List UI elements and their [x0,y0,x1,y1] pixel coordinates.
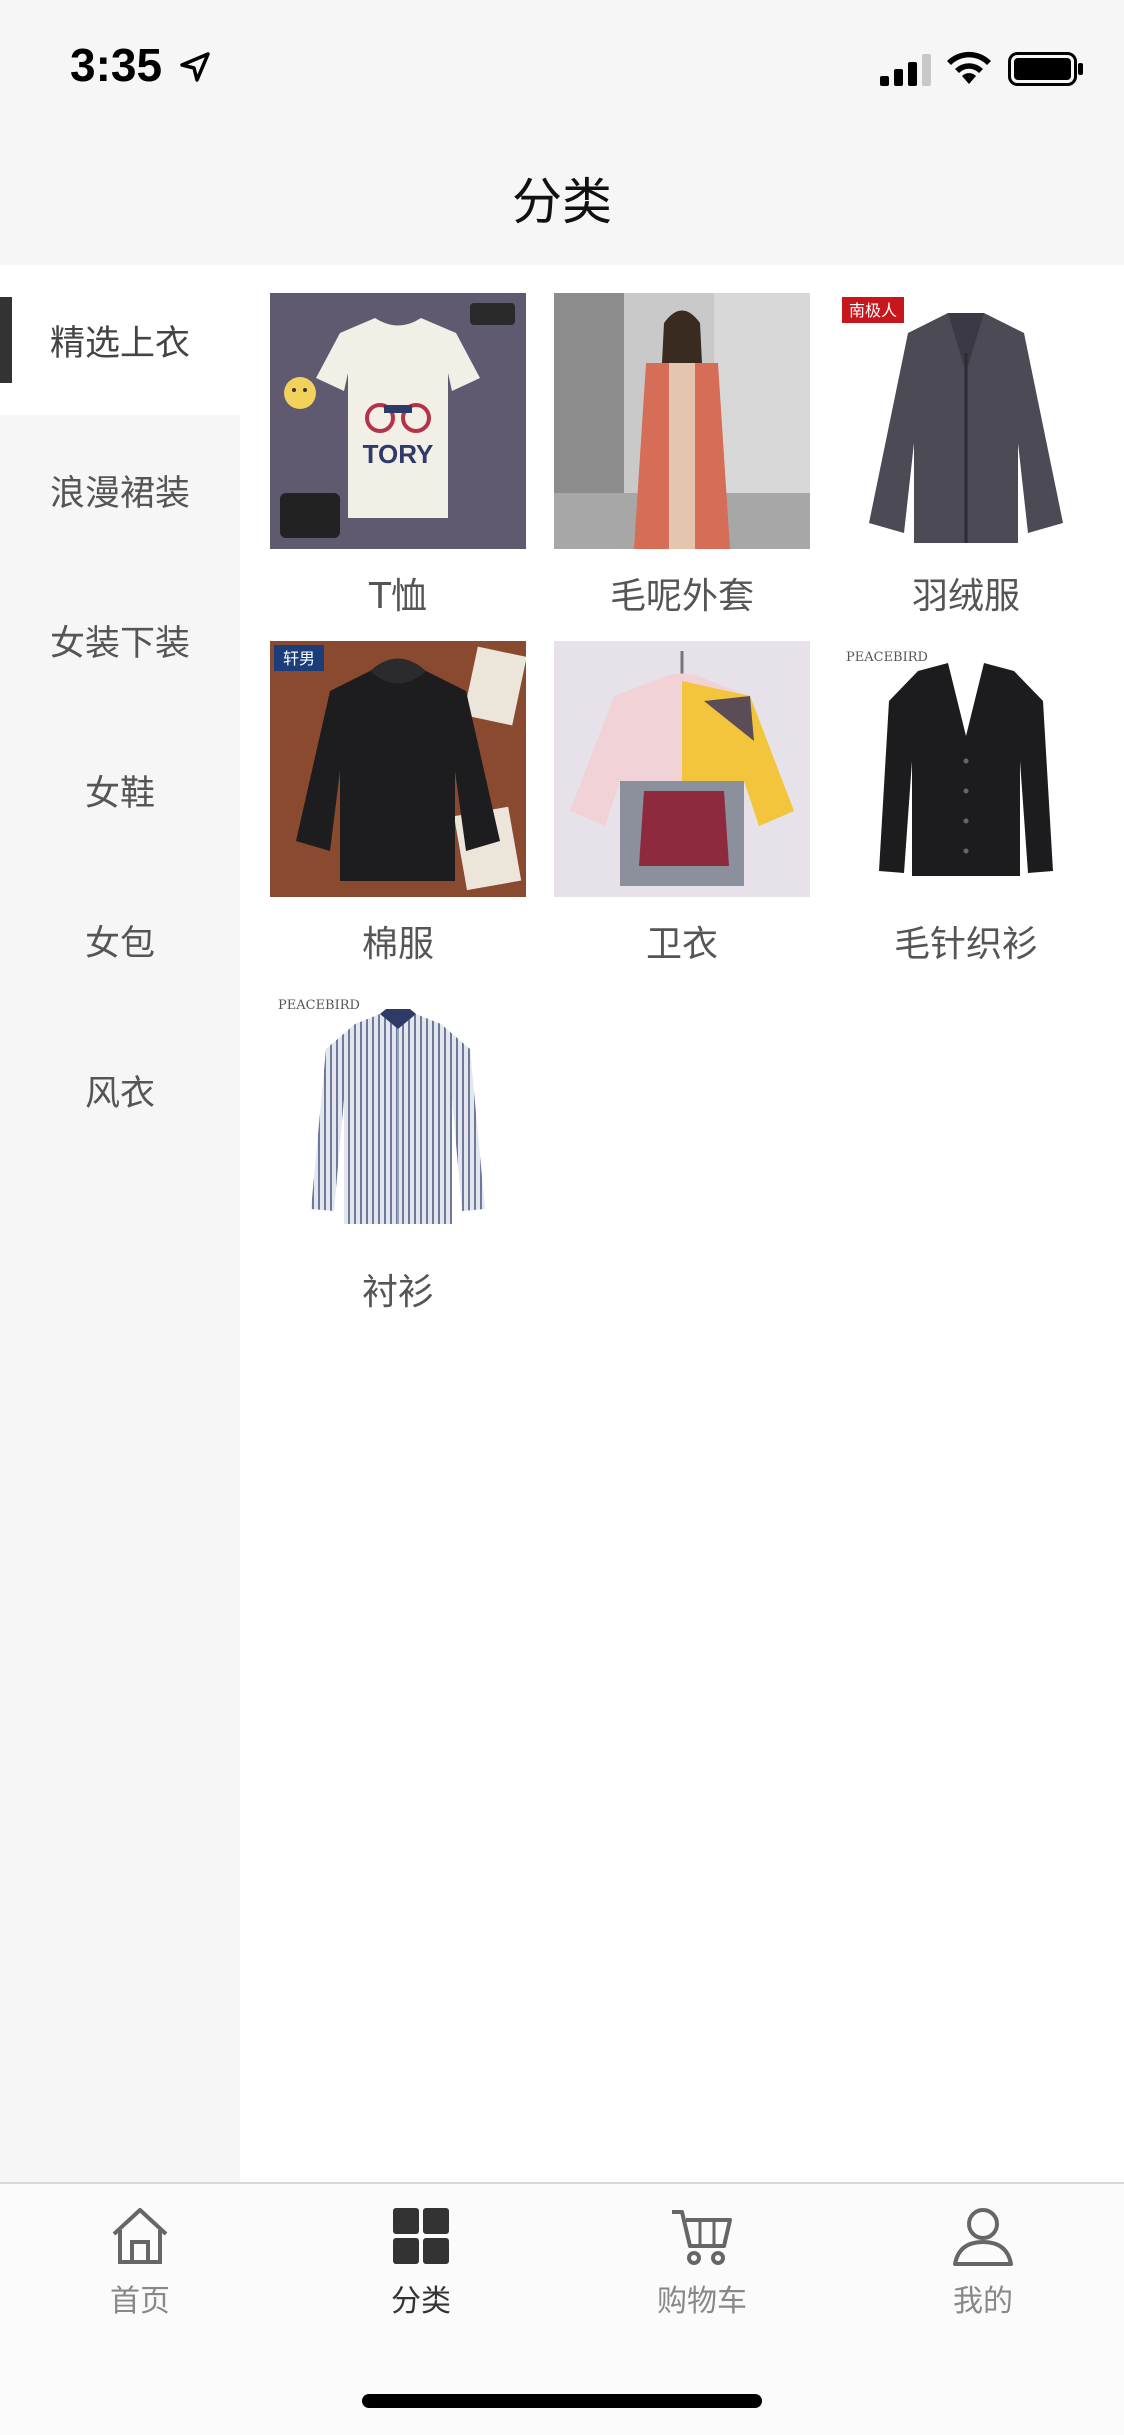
shirt-brand-text: PEACEBIRD [278,998,360,1013]
subcategory-label: 毛呢外套 [609,576,754,617]
cardigan-image: PEACEBIRD [838,641,1094,897]
subcategory-label: 衬衫 [361,1272,434,1313]
subcategory-label: 卫衣 [645,924,718,965]
down-jacket-brand-text: 南极人 [849,301,897,320]
sidebar-item-label: 风衣 [84,1073,155,1114]
sidebar-item-label: 浪漫裙装 [49,473,190,514]
status-time: 3:35 [70,39,163,91]
tshirt-brand-text: TORY [363,439,434,469]
sidebar-item-精选上衣[interactable]: 精选上衣 [0,265,240,415]
tshirt-image: TORY [270,293,526,549]
cart-icon [672,2210,732,2265]
subcategory-label: T恤 [369,576,427,617]
sidebar-item-label: 女装下装 [49,623,190,664]
subcategory-wool-coat[interactable]: 毛呢外套 [554,265,810,617]
sidebar-item-风衣[interactable]: 风衣 [0,1015,240,1165]
tab-profile[interactable]: 我的 [893,2204,1073,2324]
tab-category[interactable]: 分类 [331,2204,511,2324]
tab-label: 分类 [391,2284,451,2319]
padded-jacket-brand-text: 轩男 [283,649,315,668]
subcategory-down-jacket[interactable]: 南极人 羽绒服 [838,265,1094,617]
shirt-image: PEACEBIRD [270,989,526,1245]
home-icon [112,2208,168,2264]
sidebar-item-浪漫裙装[interactable]: 浪漫裙装 [0,415,240,565]
sidebar-item-女鞋[interactable]: 女鞋 [0,715,240,865]
status-bar: 3:35 [0,0,1124,130]
user-icon [953,2208,1013,2266]
padded-jacket-image: 轩男 [270,641,526,897]
subcategory-grid: TORY T恤 毛呢外套 南极人 羽绒服 轩男 棉服 卫衣 PEACEBIRD … [240,265,1124,2182]
down-jacket-image: 南极人 [838,293,1094,549]
tab-label: 我的 [953,2284,1013,2319]
subcategory-shirt[interactable]: PEACEBIRD 衬衫 [270,961,526,1313]
sidebar-item-女装下装[interactable]: 女装下装 [0,565,240,715]
subcategory-knit-cardigan[interactable]: PEACEBIRD 毛针织衫 [838,613,1094,965]
subcategory-label: 毛针织衫 [893,924,1038,965]
page-title: 分类 [512,172,612,231]
subcategory-hoodie[interactable]: 卫衣 [554,613,810,965]
sidebar-item-label: 女包 [84,923,155,964]
category-sidebar: 精选上衣 浪漫裙装 女装下装 女鞋 女包 风衣 [0,265,240,2182]
page-header: 分类 [0,130,1124,265]
home-indicator[interactable] [362,2394,762,2408]
sidebar-item-女包[interactable]: 女包 [0,865,240,1015]
cardigan-brand-text: PEACEBIRD [846,650,928,665]
location-arrow-icon [180,52,210,82]
grid-icon [393,2208,449,2264]
battery-icon [1008,52,1083,86]
wifi-icon [947,51,991,84]
subcategory-padded-jacket[interactable]: 轩男 棉服 [270,613,526,965]
tab-home[interactable]: 首页 [50,2204,230,2324]
tab-label: 首页 [110,2284,170,2319]
cellular-signal-icon [880,54,931,86]
tab-cart[interactable]: 购物车 [612,2204,792,2324]
tab-label: 购物车 [657,2284,747,2319]
subcategory-label: 羽绒服 [911,576,1020,617]
subcategory-tshirt[interactable]: TORY T恤 [270,265,526,617]
wool-coat-image [554,293,810,549]
hoodie-image [554,641,810,897]
sidebar-item-label: 精选上衣 [49,323,190,364]
sidebar-item-label: 女鞋 [84,773,155,814]
subcategory-label: 棉服 [361,924,434,965]
